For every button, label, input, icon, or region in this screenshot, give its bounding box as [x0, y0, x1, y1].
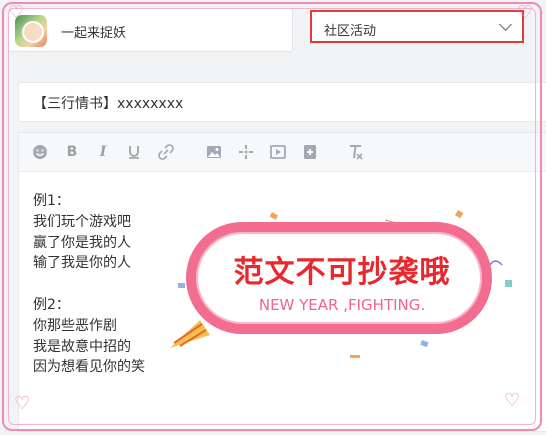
underline-icon[interactable]	[125, 143, 143, 161]
heart-icon: ♡	[14, 393, 31, 414]
emoji-icon[interactable]	[31, 143, 49, 161]
clear-format-icon[interactable]	[347, 143, 365, 161]
game-name: 一起来捉妖	[61, 26, 127, 41]
heart-icon: ♡	[504, 390, 521, 411]
heart-icon: ♡	[8, 2, 25, 23]
content-line: 例1：	[33, 193, 70, 209]
content-line: 我们玩个游戏吧	[33, 213, 131, 230]
post-title-input[interactable]: 【三行情书】xxxxxxxx	[18, 82, 546, 122]
category-selected-value: 社区活动	[324, 24, 377, 39]
content-line: 我是故意中招的	[33, 338, 131, 355]
content-line: 因为想看见你的笑	[33, 359, 145, 376]
category-dropdown[interactable]: 社区活动	[310, 10, 524, 43]
italic-icon[interactable]: I	[94, 143, 112, 161]
content-line: 你那些恶作剧	[33, 317, 117, 334]
video-icon[interactable]	[269, 143, 287, 161]
move-icon[interactable]	[237, 143, 255, 161]
banner-subtitle: NEW YEAR ,FIGHTING.	[258, 296, 426, 314]
bold-icon[interactable]: B	[63, 143, 81, 161]
link-icon[interactable]	[157, 143, 175, 161]
chevron-down-icon	[499, 18, 512, 31]
add-icon[interactable]	[301, 143, 319, 161]
game-selector[interactable]: 一起来捉妖	[8, 8, 293, 52]
banner-title: 范文不可抄袭哦	[233, 255, 451, 290]
image-icon[interactable]	[205, 143, 223, 161]
editor-content[interactable]: 例1： 我们玩个游戏吧 赢了你是我的人 输了我是你的人 例2： 你那些恶作剧 我…	[33, 191, 145, 378]
content-line: 例2：	[33, 296, 70, 313]
content-line	[33, 274, 145, 295]
editor-toolbar: B I	[19, 133, 546, 172]
post-title-value: 【三行情书】xxxxxxxx	[33, 96, 184, 112]
content-line: 输了我是你的人	[33, 255, 131, 272]
content-line: 赢了你是我的人	[33, 234, 131, 251]
heart-icon: ♡	[517, 2, 534, 23]
